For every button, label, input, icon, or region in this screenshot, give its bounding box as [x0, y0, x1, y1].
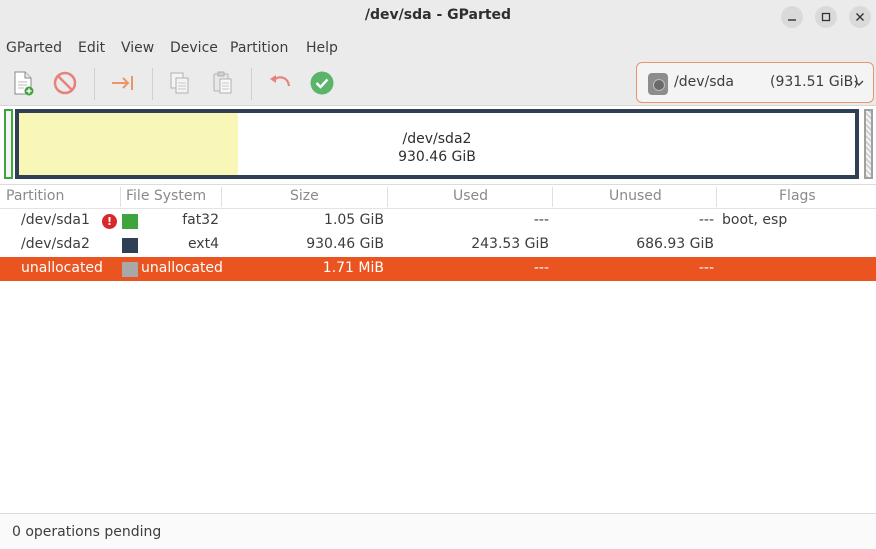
warning-icon: !	[102, 214, 117, 229]
status-bar: 0 operations pending	[0, 513, 876, 549]
copy-icon	[170, 72, 189, 94]
toolbar-separator	[94, 68, 95, 100]
menu-help[interactable]: Help	[306, 40, 338, 56]
header-partition[interactable]: Partition	[6, 188, 64, 204]
cell-file-system: ext4	[187, 236, 219, 252]
partition-block-name: /dev/sda2	[402, 131, 472, 147]
header-separator	[221, 187, 222, 207]
device-size: (931.51 GiB)	[770, 74, 859, 90]
header-size[interactable]: Size	[290, 188, 319, 204]
cell-used: 243.53 GiB	[471, 236, 549, 252]
table-row-selected[interactable]: unallocated unallocated 1.71 MiB --- ---	[0, 257, 876, 281]
apply-button[interactable]	[307, 68, 337, 98]
maximize-icon	[821, 12, 831, 22]
cell-file-system: fat32	[182, 212, 219, 228]
paste-icon	[213, 71, 232, 94]
new-partition-icon	[14, 71, 34, 96]
header-separator	[387, 187, 388, 207]
cell-size: 1.05 GiB	[324, 212, 384, 228]
header-unused[interactable]: Unused	[609, 188, 662, 204]
fs-color-swatch	[122, 214, 138, 229]
cell-unused: ---	[698, 260, 714, 276]
partition-block-sda1[interactable]	[4, 109, 13, 179]
cell-partition: /dev/sda2	[21, 236, 90, 252]
toolbar-separator	[251, 68, 252, 100]
toolbar-separator	[152, 68, 153, 100]
cell-file-system: unallocated	[141, 260, 223, 276]
table-header: Partition File System Size Used Unused F…	[0, 185, 876, 209]
menu-bar: GParted Edit View Device Partition Help	[0, 34, 876, 61]
menu-gparted[interactable]: GParted	[6, 40, 62, 56]
undo-icon	[270, 75, 291, 87]
cell-partition: /dev/sda1	[21, 212, 90, 228]
header-separator	[120, 187, 121, 207]
cell-unused: 686.93 GiB	[636, 236, 714, 252]
delete-icon	[53, 71, 77, 95]
cell-size: 1.71 MiB	[322, 260, 384, 276]
close-button[interactable]	[849, 6, 871, 28]
partition-table: Partition File System Size Used Unused F…	[0, 184, 876, 513]
window-title: /dev/sda - GParted	[364, 7, 512, 23]
menu-edit[interactable]: Edit	[78, 40, 105, 56]
header-separator	[716, 187, 717, 207]
cell-unused: ---	[698, 212, 714, 228]
device-name: /dev/sda	[674, 74, 734, 90]
menu-view[interactable]: View	[121, 40, 154, 56]
minimize-button[interactable]	[781, 6, 803, 28]
hard-disk-icon	[648, 73, 668, 95]
chevron-down-icon	[854, 80, 864, 86]
undo-button[interactable]	[265, 68, 295, 98]
header-file-system[interactable]: File System	[126, 188, 206, 204]
table-row[interactable]: /dev/sda2 ext4 930.46 GiB 243.53 GiB 686…	[0, 233, 876, 257]
header-flags[interactable]: Flags	[779, 188, 816, 204]
cell-flags: boot, esp	[722, 212, 788, 228]
header-used[interactable]: Used	[453, 188, 488, 204]
resize-move-icon	[112, 76, 133, 90]
cell-used: ---	[533, 212, 549, 228]
menu-device[interactable]: Device	[170, 40, 218, 56]
cell-used: ---	[533, 260, 549, 276]
partition-block-size: 930.46 GiB	[398, 149, 476, 165]
maximize-button[interactable]	[815, 6, 837, 28]
fs-color-swatch	[122, 238, 138, 253]
close-icon	[856, 13, 864, 21]
paste-button[interactable]	[208, 68, 238, 98]
device-selector[interactable]: /dev/sda (931.51 GiB)	[636, 62, 874, 103]
apply-icon	[310, 71, 334, 95]
partition-block-sda2[interactable]: /dev/sda2 930.46 GiB	[15, 109, 859, 179]
table-row[interactable]: /dev/sda1 ! fat32 1.05 GiB --- --- boot,…	[0, 209, 876, 233]
cell-size: 930.46 GiB	[306, 236, 384, 252]
header-separator	[552, 187, 553, 207]
fs-color-swatch	[122, 262, 138, 277]
partition-block-label: /dev/sda2 930.46 GiB	[19, 130, 855, 166]
new-partition-button[interactable]	[8, 68, 38, 98]
menu-partition[interactable]: Partition	[230, 40, 288, 56]
status-text: 0 operations pending	[12, 524, 162, 540]
resize-move-button[interactable]	[108, 68, 138, 98]
copy-button[interactable]	[165, 68, 195, 98]
disk-map: /dev/sda2 930.46 GiB	[0, 106, 876, 184]
delete-button[interactable]	[50, 68, 80, 98]
minimize-icon	[788, 19, 796, 21]
partition-block-unallocated[interactable]	[864, 109, 873, 179]
title-bar: /dev/sda - GParted	[0, 0, 876, 34]
cell-partition: unallocated	[21, 260, 103, 276]
